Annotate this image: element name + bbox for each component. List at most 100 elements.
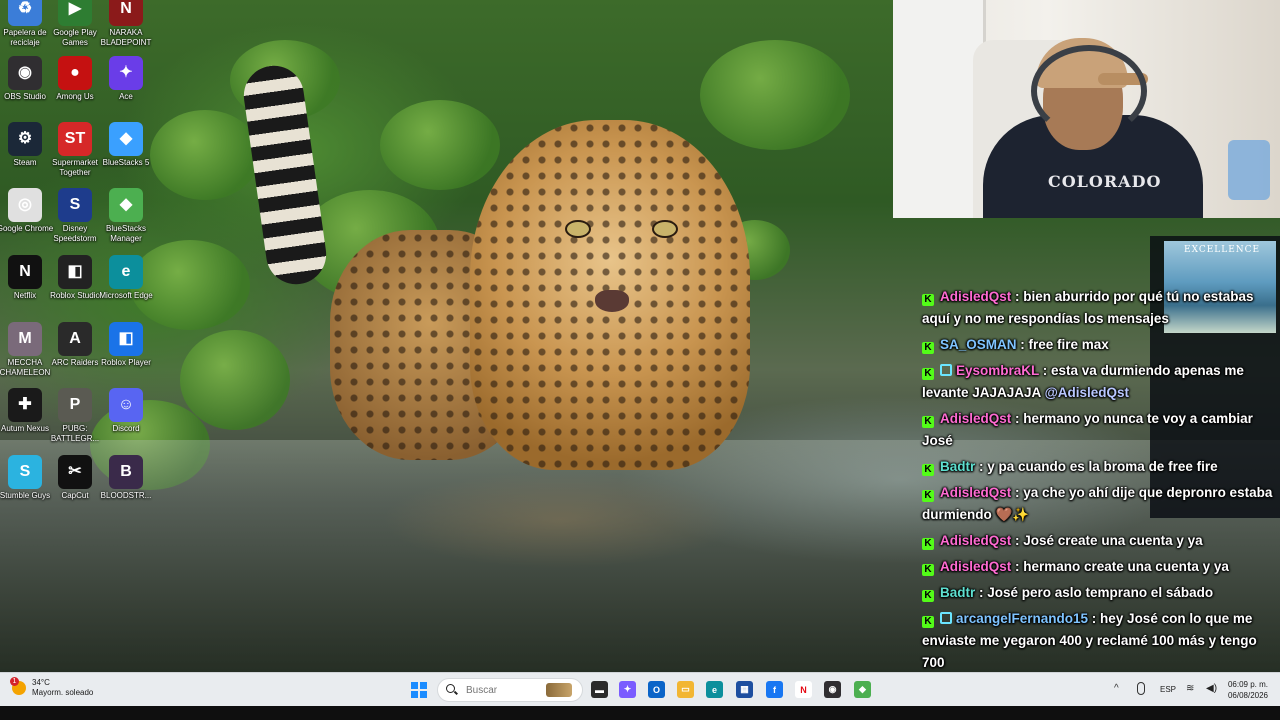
desktop-icon[interactable]: N NARAKA BLADEPOINT bbox=[96, 0, 156, 48]
language-indicator[interactable]: ESP bbox=[1160, 685, 1176, 694]
chat-message: K Badtr : José pero aslo temprano el sába… bbox=[922, 580, 1278, 606]
jaguar-nose bbox=[595, 290, 629, 312]
chat-username: SA_OSMAN bbox=[940, 337, 1017, 352]
bottom-strip bbox=[0, 706, 1280, 720]
kick-badge-icon: K bbox=[922, 616, 934, 628]
chat-username: Badtr bbox=[940, 459, 976, 474]
desktop-icon[interactable]: B BLOODSTR... bbox=[96, 455, 156, 501]
netflix-taskbar-icon[interactable]: N bbox=[795, 681, 812, 698]
subscriber-badge-icon bbox=[940, 364, 952, 376]
arc-raiders-icon: A bbox=[58, 322, 92, 356]
roblox-player-icon: ◧ bbox=[109, 322, 143, 356]
outlook-icon[interactable]: O bbox=[648, 681, 665, 698]
chat-username: EysombraKL bbox=[956, 363, 1040, 378]
subscriber-badge-icon bbox=[940, 612, 952, 624]
kick-badge-icon: K bbox=[922, 590, 934, 602]
desktop-icon-label: BlueStacks 5 bbox=[102, 158, 150, 167]
chat-message: K AdisledQst : ya che yo ahí dije que dep… bbox=[922, 480, 1278, 528]
weather-widget[interactable]: 1 34°C Mayorm. soleado bbox=[10, 677, 94, 698]
chat-username: arcangelFernando15 bbox=[956, 611, 1089, 626]
desktop-icon-label: Ace bbox=[119, 92, 133, 101]
edge-taskbar-icon[interactable]: e bbox=[706, 681, 723, 698]
edge-icon: e bbox=[109, 255, 143, 289]
clock[interactable]: 06:09 p. m. 06/08/2026 bbox=[1222, 679, 1268, 701]
kick-badge-icon: K bbox=[922, 564, 934, 576]
weather-desc: Mayorm. soleado bbox=[32, 688, 94, 697]
chat-text: : hermano create una cuenta y ya bbox=[1011, 559, 1229, 574]
leaf-decoration bbox=[180, 330, 290, 430]
chevron-up-icon[interactable]: ^ bbox=[1114, 683, 1119, 694]
chat-text: : free fire max bbox=[1016, 337, 1109, 352]
wifi-icon[interactable]: ≋ bbox=[1186, 683, 1194, 694]
kick-badge-icon: K bbox=[922, 368, 934, 380]
clock-time: 06:09 p. m. bbox=[1227, 680, 1268, 689]
webcam-feed: COLORADO bbox=[893, 0, 1280, 218]
search-icon bbox=[446, 684, 458, 696]
chat-message: K AdisledQst : hermano yo nunca te voy a … bbox=[922, 406, 1278, 454]
bluestacks-taskbar-icon[interactable]: ◆ bbox=[854, 681, 871, 698]
jaguar-eye bbox=[652, 220, 678, 238]
bluestacks-manager-icon: ◆ bbox=[109, 188, 143, 222]
microphone-icon[interactable] bbox=[1137, 682, 1145, 695]
taskbar: 1 34°C Mayorm. soleado ▬✦O▭e▦fN◉◆ ^ ESP … bbox=[0, 672, 1280, 707]
jaguar-head bbox=[470, 120, 750, 470]
chat-text: : José pero aslo temprano el sábado bbox=[975, 585, 1214, 600]
volume-icon[interactable]: ◀) bbox=[1206, 683, 1217, 694]
clock-date: 06/08/2026 bbox=[1227, 691, 1268, 700]
chat-username: AdisledQst bbox=[940, 411, 1012, 426]
steam-icon: ⚙ bbox=[8, 122, 42, 156]
file-explorer-dark-icon[interactable]: ▬ bbox=[591, 681, 608, 698]
start-button[interactable] bbox=[411, 682, 427, 698]
obs-taskbar-icon[interactable]: ◉ bbox=[824, 681, 841, 698]
leaf-decoration bbox=[150, 110, 260, 200]
chat-username: AdisledQst bbox=[940, 533, 1012, 548]
play-games-icon: ▶ bbox=[58, 0, 92, 26]
stumble-guys-icon: S bbox=[8, 455, 42, 489]
chat-message: K Badtr : y pa cuando es la broma de free… bbox=[922, 454, 1278, 480]
chat-message: K AdisledQst : bien aburrido por qué tú n… bbox=[922, 284, 1278, 332]
desktop-icon[interactable]: ◧ Roblox Player bbox=[96, 322, 156, 368]
autum-nexus-icon: ✚ bbox=[8, 388, 42, 422]
kick-badge-icon: K bbox=[922, 294, 934, 306]
supermarket-icon: ST bbox=[58, 122, 92, 156]
facebook-icon[interactable]: f bbox=[766, 681, 783, 698]
desktop-icon-label: Roblox Player bbox=[101, 358, 151, 367]
kick-badge-icon: K bbox=[922, 538, 934, 550]
discord-icon: ☺ bbox=[109, 388, 143, 422]
desktop-icon[interactable]: e Microsoft Edge bbox=[96, 255, 156, 301]
desktop-icon[interactable]: ◆ BlueStacks Manager bbox=[96, 188, 156, 244]
store-icon[interactable]: ▦ bbox=[736, 681, 753, 698]
leaf-decoration bbox=[380, 100, 500, 190]
naraka-icon: N bbox=[109, 0, 143, 26]
search-input[interactable] bbox=[464, 683, 546, 697]
desktop-icon[interactable]: ☺ Discord bbox=[96, 388, 156, 434]
bloodstrike-icon: B bbox=[109, 455, 143, 489]
desktop-icon-label: BLOODSTR... bbox=[100, 491, 152, 500]
taskbar-search[interactable] bbox=[437, 678, 583, 702]
meccha-chameleon-icon: M bbox=[8, 322, 42, 356]
weather-temp: 34°C bbox=[32, 678, 50, 687]
leaf-decoration bbox=[700, 40, 850, 150]
chat-username: Badtr bbox=[940, 585, 976, 600]
hoodie-text: COLORADO bbox=[1048, 172, 1162, 191]
desktop-icon[interactable]: ✦ Ace bbox=[96, 56, 156, 102]
kick-badge-icon: K bbox=[922, 342, 934, 354]
kick-badge-icon: K bbox=[922, 490, 934, 502]
file-explorer-icon[interactable]: ▭ bbox=[677, 681, 694, 698]
headphones bbox=[1031, 45, 1147, 137]
desktop-icon[interactable]: ◆ BlueStacks 5 bbox=[96, 122, 156, 168]
capcut-icon: ✂ bbox=[58, 455, 92, 489]
chat-message: K AdisledQst : hermano create una cuenta … bbox=[922, 554, 1278, 580]
copilot-icon[interactable]: ✦ bbox=[619, 681, 636, 698]
chat-message: K AdisledQst : José create una cuenta y y… bbox=[922, 528, 1278, 554]
chat-mention: @AdisledQst bbox=[1044, 385, 1129, 400]
bluestacks-icon: ◆ bbox=[109, 122, 143, 156]
desktop-icon-label: Discord bbox=[112, 424, 140, 433]
chat-overlay: K AdisledQst : bien aburrido por qué tú n… bbox=[922, 284, 1278, 676]
pubg-icon: P bbox=[58, 388, 92, 422]
kick-badge-icon: K bbox=[922, 416, 934, 428]
desktop-icon-label: Microsoft Edge bbox=[99, 291, 153, 300]
kick-badge-icon: K bbox=[922, 464, 934, 476]
netflix-icon: N bbox=[8, 255, 42, 289]
chat-username: AdisledQst bbox=[940, 289, 1012, 304]
